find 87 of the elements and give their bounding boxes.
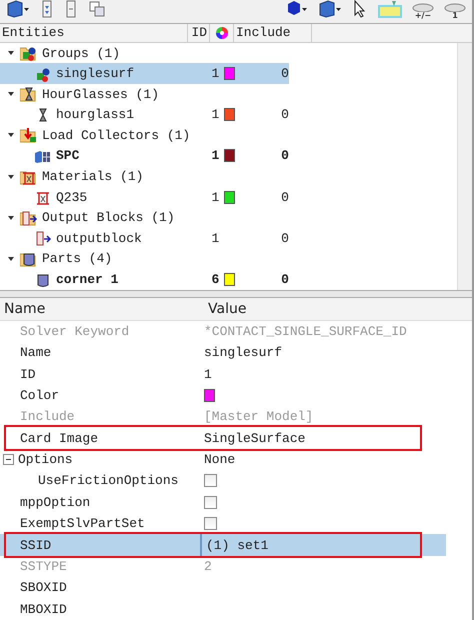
property-name: UseFrictionOptions bbox=[38, 473, 178, 488]
property-name: SBOXID bbox=[20, 580, 67, 596]
entity-name: Output Blocks (1) bbox=[42, 210, 175, 226]
color-swatch[interactable] bbox=[204, 388, 215, 402]
property-name: ExemptSlvPartSet bbox=[20, 516, 145, 532]
entity-name: Groups (1) bbox=[42, 46, 120, 61]
property-name: ID bbox=[20, 366, 36, 382]
tree-row[interactable]: Groups (1) bbox=[0, 42, 289, 64]
tree-row[interactable]: Parts (4) bbox=[0, 248, 289, 270]
tree-row[interactable]: Q235 1 0 bbox=[0, 186, 289, 208]
tree-row[interactable]: singlesurf 1 0 bbox=[0, 63, 289, 84]
folder-icon bbox=[20, 210, 38, 226]
entity-name: singlesurf bbox=[56, 66, 134, 82]
entity-name: Load Collectors (1) bbox=[42, 128, 190, 143]
cube-menu-icon[interactable] bbox=[6, 0, 30, 18]
column-header[interactable]: Name bbox=[0, 300, 204, 317]
entity-name: Materials (1) bbox=[42, 169, 144, 184]
property-value: [Master Model] bbox=[204, 409, 314, 424]
property-value: 2 bbox=[204, 559, 212, 574]
folder-icon bbox=[20, 86, 38, 102]
entity-name: hourglass1 bbox=[56, 107, 134, 122]
folder-icon bbox=[20, 250, 38, 267]
folder-icon bbox=[20, 127, 38, 144]
visibility-button[interactable]: +/− bbox=[412, 2, 434, 20]
entity-name: SPC bbox=[56, 148, 80, 164]
column-header[interactable]: Entities bbox=[0, 24, 188, 42]
entity-id: 6 bbox=[210, 272, 220, 288]
property-name: SSID bbox=[20, 538, 52, 553]
property-value: singlesurf bbox=[204, 345, 282, 360]
tree-row[interactable]: outputblock 1 0 bbox=[0, 228, 289, 249]
property-name: Include bbox=[20, 409, 75, 424]
collapse-icon[interactable] bbox=[3, 454, 14, 466]
tree-row[interactable]: HourGlasses (1) bbox=[0, 84, 289, 104]
cube-menu-icon[interactable] bbox=[318, 0, 342, 18]
checkbox[interactable] bbox=[204, 517, 217, 530]
tree-row[interactable]: Materials (1) bbox=[0, 166, 289, 187]
checkbox[interactable] bbox=[204, 474, 217, 488]
tree-row[interactable]: corner 1 6 0 bbox=[0, 269, 289, 290]
property-name: Color bbox=[20, 388, 60, 403]
entity-name: outputblock bbox=[56, 230, 142, 246]
entity-id: 1 bbox=[210, 148, 220, 164]
tree-row[interactable]: Output Blocks (1) bbox=[0, 207, 289, 228]
entity-include: 0 bbox=[280, 230, 289, 246]
color-wheel-icon[interactable] bbox=[214, 26, 228, 40]
entity-name: Q235 bbox=[56, 190, 88, 205]
visibility-button[interactable]: 1 bbox=[444, 2, 466, 20]
entity-id: 1 bbox=[210, 230, 220, 246]
entity-include: 0 bbox=[280, 272, 289, 288]
property-value: 1 bbox=[204, 366, 212, 382]
column-header[interactable]: Value bbox=[204, 300, 246, 317]
property-value: None bbox=[204, 452, 236, 468]
entity-id: 1 bbox=[210, 66, 220, 82]
tree-row[interactable]: hourglass1 1 0 bbox=[0, 104, 289, 126]
scrollbar[interactable] bbox=[457, 42, 472, 290]
tree-row[interactable]: SPC 1 0 bbox=[0, 146, 289, 166]
folder-icon bbox=[20, 168, 38, 185]
expand-icon[interactable] bbox=[40, 0, 54, 18]
column-header[interactable]: ID bbox=[188, 24, 210, 42]
property-name: Solver Keyword bbox=[20, 324, 130, 339]
entity-id: 1 bbox=[210, 107, 220, 122]
column-header[interactable]: Include bbox=[234, 24, 312, 42]
entity-include: 0 bbox=[280, 148, 289, 164]
checkbox[interactable] bbox=[204, 496, 217, 509]
property-name: Card Image bbox=[20, 430, 98, 446]
property-value: *CONTACT_SINGLE_SURFACE_ID bbox=[204, 324, 407, 339]
eye-icon bbox=[444, 2, 466, 12]
entity-include: 0 bbox=[280, 190, 289, 205]
property-name: mppOption bbox=[20, 494, 90, 510]
entity-name: HourGlasses (1) bbox=[42, 86, 160, 102]
entity-include: 0 bbox=[280, 66, 289, 82]
tree-row[interactable]: Load Collectors (1) bbox=[0, 125, 289, 146]
entity-include: 0 bbox=[280, 107, 289, 122]
entity-name: corner 1 bbox=[56, 272, 118, 288]
eye-icon bbox=[412, 2, 434, 12]
property-name: Options bbox=[18, 452, 73, 468]
groups-icon bbox=[34, 66, 52, 82]
entity-id: 1 bbox=[210, 190, 220, 205]
property-name: MBOXID bbox=[20, 602, 67, 617]
property-value: SingleSurface bbox=[204, 430, 306, 446]
property-value: (1) set1 bbox=[206, 538, 268, 553]
output-icon bbox=[34, 230, 52, 246]
property-name: SSTYPE bbox=[20, 559, 67, 574]
folder-icon bbox=[20, 45, 38, 62]
property-name: Name bbox=[20, 345, 52, 360]
pointer-icon[interactable] bbox=[352, 0, 368, 18]
copy-icon[interactable] bbox=[88, 0, 106, 18]
entity-name: Parts (4) bbox=[42, 251, 112, 266]
